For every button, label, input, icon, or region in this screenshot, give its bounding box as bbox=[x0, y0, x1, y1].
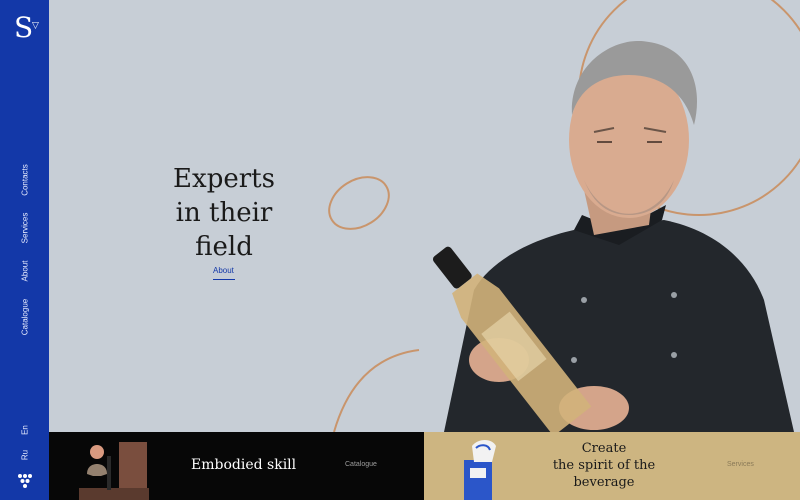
tile-title: Embodied skill bbox=[191, 457, 297, 473]
catalogue-link[interactable]: Catalogue bbox=[345, 461, 377, 468]
nav-catalogue[interactable]: Catalogue bbox=[21, 299, 30, 335]
lang-en[interactable]: En bbox=[21, 425, 30, 435]
about-link[interactable]: About bbox=[213, 266, 234, 275]
grapes-icon bbox=[18, 474, 32, 488]
logo[interactable]: S ▽ bbox=[14, 11, 39, 44]
nav-about[interactable]: About bbox=[21, 261, 30, 282]
tile-title: Create the spirit of the beverage bbox=[552, 441, 656, 490]
services-link[interactable]: Services bbox=[727, 461, 754, 468]
nav-services[interactable]: Services bbox=[21, 213, 30, 244]
chef-photo bbox=[432, 40, 794, 432]
hero-section: Experts in their field About bbox=[49, 0, 800, 432]
about-link-underline bbox=[213, 279, 235, 280]
services-tile[interactable]: Create the spirit of the beverage Servic… bbox=[424, 432, 800, 500]
catalogue-tile[interactable]: Embodied skill Catalogue bbox=[49, 432, 424, 500]
lang-ru[interactable]: Ru bbox=[21, 450, 30, 460]
product-image bbox=[79, 442, 149, 500]
logo-letter: S bbox=[14, 11, 34, 44]
logo-mark-icon: ▽ bbox=[32, 21, 39, 31]
hero-title: Experts in their field bbox=[173, 164, 275, 262]
porcelain-image bbox=[464, 440, 496, 500]
nav-contacts[interactable]: Contacts bbox=[21, 164, 30, 196]
sidebar: S ▽ Contacts Services About Catalogue En… bbox=[0, 0, 49, 500]
